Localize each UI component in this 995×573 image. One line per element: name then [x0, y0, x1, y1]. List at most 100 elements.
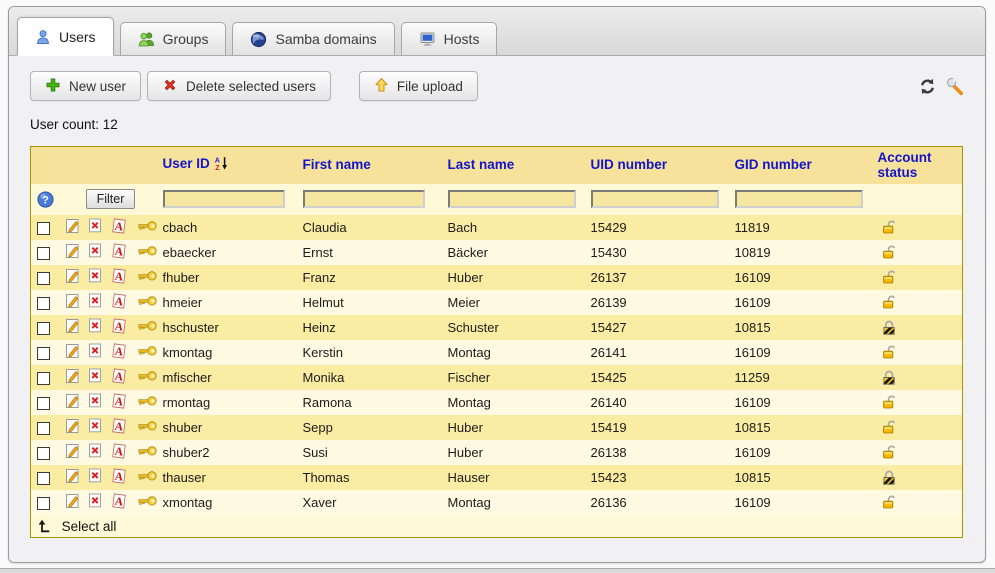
row-checkbox-cell — [31, 215, 61, 240]
key-icon[interactable] — [138, 420, 157, 435]
user-table-row[interactable]: A fhuber Franz Huber 26137 16109 — [31, 265, 963, 290]
key-icon[interactable] — [138, 495, 157, 510]
delete-selected-users-button[interactable]: Delete selected users — [147, 71, 331, 101]
key-icon[interactable] — [138, 370, 157, 385]
filter-button[interactable]: Filter — [86, 189, 136, 209]
edit-icon[interactable] — [65, 343, 80, 362]
user-table-row[interactable]: A shuber Sepp Huber 15419 10815 — [31, 415, 963, 440]
pdf-icon[interactable]: A — [111, 443, 127, 462]
edit-icon[interactable] — [65, 418, 80, 437]
row-checkbox[interactable] — [37, 422, 50, 435]
edit-icon[interactable] — [65, 443, 80, 462]
pdf-icon[interactable]: A — [111, 268, 127, 287]
edit-icon[interactable] — [65, 468, 80, 487]
row-checkbox[interactable] — [37, 447, 50, 460]
delete-icon[interactable] — [88, 243, 102, 261]
user-table-row[interactable]: A hmeier Helmut Meier 26139 16109 — [31, 290, 963, 315]
filter-input-first-name[interactable] — [303, 190, 425, 208]
filter-input-gid-number[interactable] — [735, 190, 863, 208]
user-table-row[interactable]: A rmontag Ramona Montag 26140 16109 — [31, 390, 963, 415]
row-checkbox[interactable] — [37, 222, 50, 235]
filter-input-user-id[interactable] — [163, 190, 285, 208]
help-icon[interactable]: ? — [37, 191, 54, 208]
tab-users[interactable]: Users — [17, 17, 114, 56]
row-checkbox[interactable] — [37, 472, 50, 485]
key-icon[interactable] — [138, 245, 157, 260]
cell-user-id: shuber — [161, 415, 301, 440]
row-checkbox[interactable] — [37, 247, 50, 260]
key-icon[interactable] — [138, 445, 157, 460]
row-checkbox[interactable] — [37, 372, 50, 385]
column-header-first-name[interactable]: First name — [301, 147, 446, 184]
delete-icon[interactable] — [88, 418, 102, 436]
row-actions-cell: A — [61, 365, 161, 390]
user-table-row[interactable]: A hschuster Heinz Schuster 15427 10815 — [31, 315, 963, 340]
edit-icon[interactable] — [65, 243, 80, 262]
edit-icon[interactable] — [65, 393, 80, 412]
column-header-account-status[interactable]: Account status — [876, 147, 963, 184]
row-checkbox[interactable] — [37, 272, 50, 285]
delete-icon[interactable] — [88, 493, 102, 511]
filter-input-uid-number[interactable] — [591, 190, 719, 208]
row-checkbox[interactable] — [37, 297, 50, 310]
edit-icon[interactable] — [65, 368, 80, 387]
filter-input-last-name[interactable] — [448, 190, 576, 208]
key-icon[interactable] — [138, 220, 157, 235]
edit-icon[interactable] — [65, 268, 80, 287]
key-icon[interactable] — [138, 270, 157, 285]
delete-icon[interactable] — [88, 268, 102, 286]
column-header-gid-number[interactable]: GID number — [733, 147, 876, 184]
user-table-row[interactable]: A xmontag Xaver Montag 26136 16109 — [31, 490, 963, 515]
pdf-icon[interactable]: A — [111, 418, 127, 437]
key-icon[interactable] — [138, 470, 157, 485]
tab-hosts[interactable]: Hosts — [401, 22, 498, 55]
user-table-row[interactable]: A cbach Claudia Bach 15429 11819 — [31, 215, 963, 240]
account-unlocked-icon — [881, 269, 898, 285]
delete-icon[interactable] — [88, 343, 102, 361]
select-all-row[interactable]: Select all — [31, 515, 963, 538]
user-table-row[interactable]: A thauser Thomas Hauser 15423 10815 — [31, 465, 963, 490]
row-checkbox[interactable] — [37, 497, 50, 510]
pdf-icon[interactable]: A — [111, 368, 127, 387]
pdf-icon[interactable]: A — [111, 493, 127, 512]
delete-icon[interactable] — [88, 443, 102, 461]
pdf-icon[interactable]: A — [111, 243, 127, 262]
row-checkbox[interactable] — [37, 322, 50, 335]
delete-icon[interactable] — [88, 218, 102, 236]
column-header-user-id[interactable]: User ID A Z — [161, 147, 301, 184]
row-actions-cell: A — [61, 415, 161, 440]
user-table-row[interactable]: A kmontag Kerstin Montag 26141 16109 — [31, 340, 963, 365]
row-checkbox[interactable] — [37, 347, 50, 360]
tab-samba-domains[interactable]: Samba domains — [232, 22, 394, 55]
key-icon[interactable] — [138, 295, 157, 310]
user-table-row[interactable]: A ebaecker Ernst Bäcker 15430 10819 — [31, 240, 963, 265]
delete-icon[interactable] — [88, 293, 102, 311]
delete-icon[interactable] — [88, 318, 102, 336]
key-icon[interactable] — [138, 345, 157, 360]
new-user-button[interactable]: New user — [30, 71, 141, 101]
edit-icon[interactable] — [65, 493, 80, 512]
delete-icon[interactable] — [88, 468, 102, 486]
file-upload-button[interactable]: File upload — [359, 71, 478, 101]
wrench-icon[interactable] — [946, 77, 965, 96]
user-table-row[interactable]: A shuber2 Susi Huber 26138 16109 — [31, 440, 963, 465]
pdf-icon[interactable]: A — [111, 318, 127, 337]
edit-icon[interactable] — [65, 318, 80, 337]
key-icon[interactable] — [138, 320, 157, 335]
pdf-icon[interactable]: A — [111, 393, 127, 412]
row-checkbox[interactable] — [37, 397, 50, 410]
pdf-icon[interactable]: A — [111, 218, 127, 237]
refresh-icon[interactable] — [918, 77, 937, 96]
delete-icon[interactable] — [88, 368, 102, 386]
pdf-icon[interactable]: A — [111, 293, 127, 312]
user-table-row[interactable]: A mfischer Monika Fischer 15425 11259 — [31, 365, 963, 390]
column-header-uid-number[interactable]: UID number — [589, 147, 733, 184]
tab-groups[interactable]: Groups — [120, 22, 227, 55]
pdf-icon[interactable]: A — [111, 468, 127, 487]
column-header-last-name[interactable]: Last name — [446, 147, 589, 184]
edit-icon[interactable] — [65, 218, 80, 237]
key-icon[interactable] — [138, 395, 157, 410]
delete-icon[interactable] — [88, 393, 102, 411]
edit-icon[interactable] — [65, 293, 80, 312]
pdf-icon[interactable]: A — [111, 343, 127, 362]
